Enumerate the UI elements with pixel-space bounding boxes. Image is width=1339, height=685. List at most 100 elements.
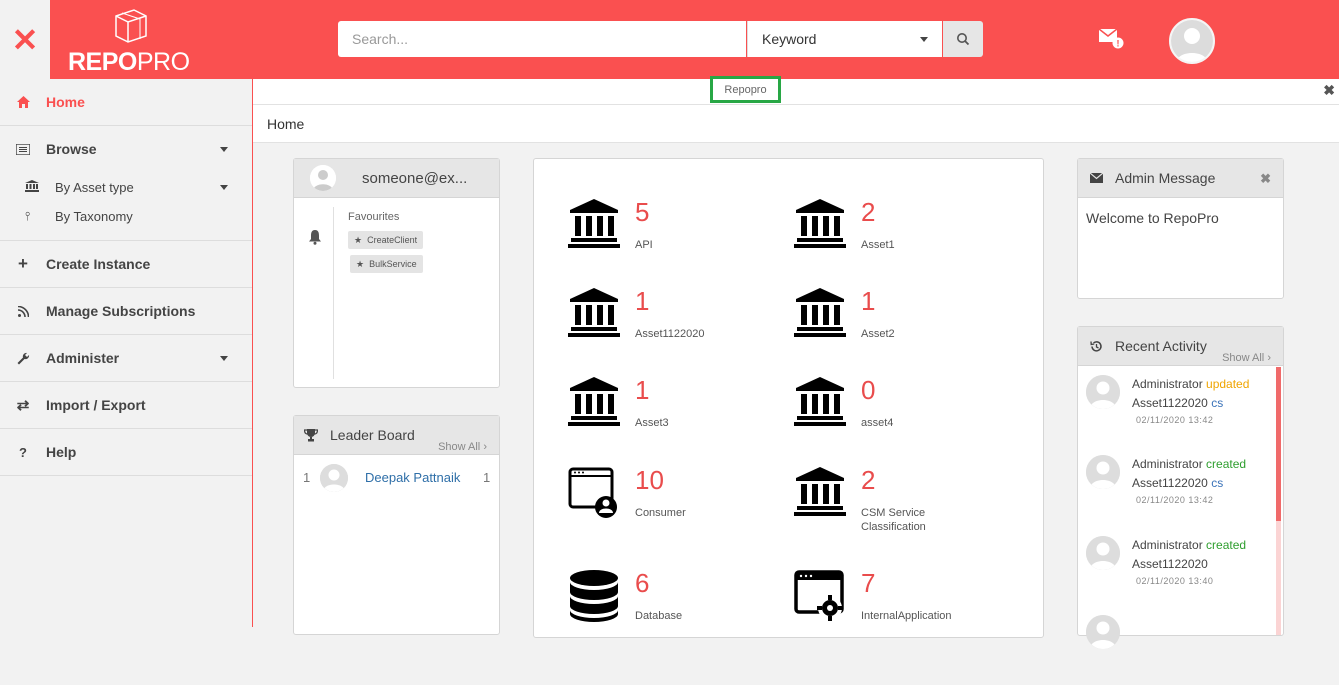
bank-icon [794,467,846,516]
bank-icon [794,199,846,248]
home-icon [0,96,46,108]
sidebar-item-help[interactable]: ? Help [0,429,252,476]
sidebar-item-browse[interactable]: Browse [0,126,252,172]
scrollbar-thumb[interactable] [1276,367,1281,521]
search-type-value: Keyword [762,31,817,47]
close-menu-button[interactable]: ✕ [0,0,50,79]
sidebar-subitem-by-asset-type[interactable]: By Asset type [0,172,252,202]
favourite-label: BulkService [369,259,417,269]
favourite-chip[interactable]: ★ CreateClient [348,231,424,249]
activity-asset[interactable]: Asset1122020 cs [1132,396,1223,410]
breadcrumb-home[interactable]: Home [267,116,304,132]
user-avatar[interactable] [1169,18,1215,64]
cube-logo-icon [115,9,147,43]
search-input[interactable]: Search... [338,21,746,57]
database-icon [570,570,618,622]
stat-value: 6 [635,568,650,598]
tab-repopro[interactable]: Repopro [710,76,781,103]
chevron-down-icon[interactable] [220,184,228,190]
leader-rank: 1 [303,470,311,485]
leader-name[interactable]: Deepak Pattnaik [365,470,460,485]
close-icon[interactable]: ✖ [1323,82,1335,99]
bank-icon [794,288,846,337]
user-panel-header: someone@ex... [294,159,499,198]
sidebar-item-label: Manage Subscriptions [46,303,196,319]
chevron-down-icon [920,36,928,42]
activity-timestamp: 02/11/2020 13:40 [1136,576,1214,586]
stat-card[interactable]: 7 InternalApplication [794,568,1014,640]
stat-value: 10 [635,465,664,495]
repopro-logo[interactable]: REPOPRO [68,4,193,76]
close-icon[interactable]: ✖ [1260,171,1271,187]
taxonomy-icon: ⫯ [25,209,31,223]
sidebar-item-manage-subscriptions[interactable]: Manage Subscriptions [0,288,252,335]
panel-title: Recent Activity [1115,338,1207,354]
activity-item[interactable]: Administrator created Asset1122020 02/11… [1086,536,1276,606]
chevron-down-icon[interactable] [220,355,228,361]
star-icon: ★ [354,234,363,245]
stat-card[interactable]: 1 Asset3 [568,375,788,447]
stat-label: InternalApplication [861,610,952,622]
stat-card[interactable]: 2 Asset1 [794,197,1014,269]
envelope-icon [1090,173,1103,183]
stat-label: CSM Service Classification [861,507,926,533]
search-icon [957,33,970,46]
show-all-link[interactable]: Show All › [1222,352,1271,364]
chevron-down-icon[interactable] [220,146,228,152]
asset-stats-panel: 5 API 2 Asset1 1 Asset1122020 1 Asset2 1… [533,158,1044,638]
leader-board-panel: Leader Board Show All › 1 Deepak Pattnai… [293,415,500,635]
activity-item[interactable] [1086,615,1276,685]
stat-card[interactable]: 2 CSM Service Classification [794,465,1014,537]
sidebar-item-home[interactable]: Home [0,79,252,126]
sidebar-item-administer[interactable]: Administer [0,335,252,382]
search-button[interactable] [943,21,983,57]
activity-timestamp: 02/11/2020 13:42 [1136,495,1214,505]
bell-icon[interactable] [308,229,322,245]
activity-text: Administrator created [1132,457,1247,471]
panel-title: Admin Message [1115,170,1216,186]
stat-value: 5 [635,197,650,227]
stat-card[interactable]: 1 Asset2 [794,286,1014,358]
sidebar-item-label: Browse [46,141,97,157]
show-all-link[interactable]: Show All › [438,441,487,453]
list-icon [0,143,46,155]
stat-value: 2 [861,465,876,495]
leader-row[interactable]: 1 Deepak Pattnaik 1 [294,464,501,492]
stat-label: Database [635,610,683,622]
stat-label: Consumer [635,507,686,519]
favourite-chip[interactable]: ★ BulkService [350,255,423,273]
stat-card[interactable]: 10 Consumer [568,465,788,537]
stat-value: 0 [861,375,876,405]
activity-asset[interactable]: Asset1122020 [1132,557,1208,571]
sidebar-item-label: Create Instance [46,256,151,272]
user-email: someone@ex... [362,169,468,187]
stat-card[interactable]: 5 API [568,197,788,269]
app-settings-icon [794,570,844,621]
mail-alert-icon[interactable]: ! [1098,26,1124,50]
avatar [320,464,348,492]
admin-message-panel: Admin Message ✖ Welcome to RepoPro [1077,158,1284,299]
stat-card[interactable]: 6 Database [568,568,788,640]
stat-card[interactable]: 1 Asset1122020 [568,286,788,358]
bank-icon [568,377,620,426]
activity-asset[interactable]: Asset1122020 cs [1132,476,1223,490]
search-placeholder: Search... [352,31,409,47]
leader-score: 1 [483,470,491,485]
history-icon [1090,340,1102,352]
stat-label: Asset3 [635,417,669,429]
search-type-select[interactable]: Keyword [747,21,942,57]
bank-icon [25,179,55,195]
stat-label: Asset1122020 [635,328,705,340]
activity-item[interactable]: Administrator created Asset1122020 cs 02… [1086,455,1276,525]
stat-value: 1 [861,286,876,316]
sidebar-subitem-by-taxonomy[interactable]: ⫯ By Taxonomy [0,202,252,241]
stat-value: 1 [635,286,650,316]
bank-icon [568,199,620,248]
scrollbar[interactable] [1276,367,1281,635]
sidebar-item-import-export[interactable]: ⇄ Import / Export [0,382,252,429]
activity-item[interactable]: Administrator updated Asset1122020 cs 02… [1086,375,1276,445]
sidebar-item-create-instance[interactable]: + Create Instance [0,241,252,288]
logo-wordmark: REPOPRO [68,48,190,76]
stat-card[interactable]: 0 asset4 [794,375,1014,447]
sidebar-item-label: Import / Export [46,397,146,413]
